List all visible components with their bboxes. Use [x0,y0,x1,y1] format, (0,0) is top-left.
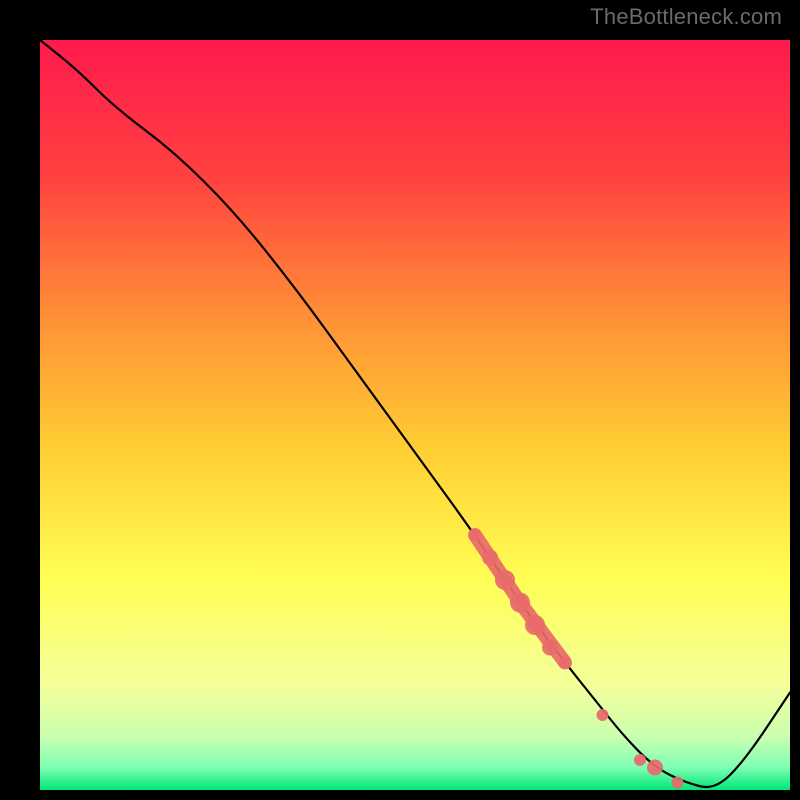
curve-layer [40,40,790,790]
highlight-marker [542,640,558,656]
highlight-marker [510,593,530,613]
bottleneck-curve [40,40,790,787]
highlight-markers [469,529,684,789]
highlight-marker [482,550,498,566]
highlight-marker [525,615,545,635]
highlight-marker [469,529,481,541]
highlight-marker [672,777,684,789]
plot-area [40,40,790,790]
highlight-marker [559,657,571,669]
highlight-marker [495,570,515,590]
watermark-text: TheBottleneck.com [590,4,782,30]
highlight-marker [634,754,646,766]
highlight-marker [647,760,663,776]
chart-frame [15,15,785,785]
highlight-marker [597,709,609,721]
